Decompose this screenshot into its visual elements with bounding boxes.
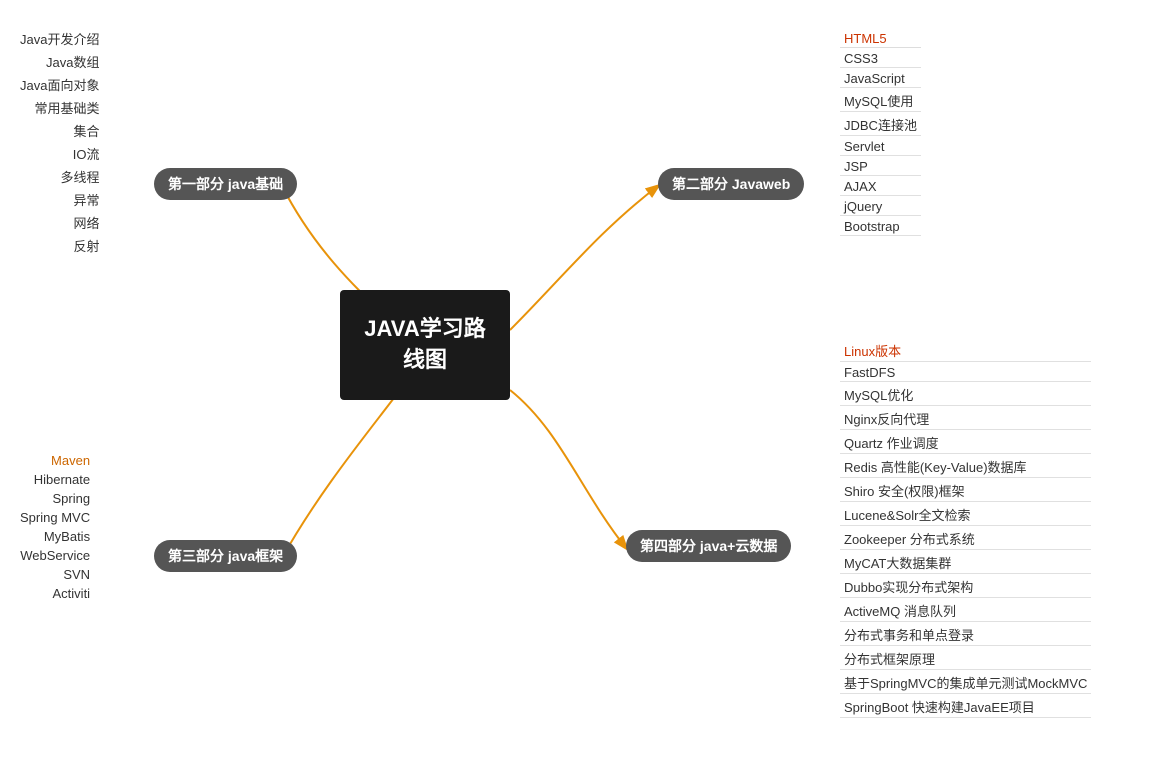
list-item: Spring	[20, 490, 90, 507]
list-item: Hibernate	[20, 471, 90, 488]
list-item: MyBatis	[20, 528, 90, 545]
list-item-right: Bootstrap	[840, 218, 921, 236]
branch-part3: 第三部分 java框架	[154, 540, 297, 572]
list-item-right: MySQL优化	[840, 384, 1091, 406]
list-item-right: AJAX	[840, 178, 921, 196]
list-item: 网络	[20, 212, 99, 233]
branch-part4: 第四部分 java+云数据	[626, 530, 791, 562]
list-item-right: Shiro 安全(权限)框架	[840, 480, 1091, 502]
list-item: 异常	[20, 189, 99, 210]
list-item-right: 基于SpringMVC的集成单元测试MockMVC	[840, 672, 1091, 694]
list-item-right: JSP	[840, 158, 921, 176]
list-item: WebService	[20, 547, 90, 564]
list-item: SVN	[20, 566, 90, 583]
list-item-right: Zookeeper 分布式系统	[840, 528, 1091, 550]
part3-list: Maven Hibernate Spring Spring MVC MyBati…	[20, 452, 90, 602]
list-item-right: Linux版本	[840, 340, 1091, 362]
center-title: JAVA学习路 线图	[364, 314, 485, 376]
list-item-right: Lucene&Solr全文检索	[840, 504, 1091, 526]
list-item-right: FastDFS	[840, 364, 1091, 382]
branch-part1: 第一部分 java基础	[154, 168, 297, 200]
list-item-right: Servlet	[840, 138, 921, 156]
list-item-right: MySQL使用	[840, 90, 921, 112]
list-item-right: 分布式框架原理	[840, 648, 1091, 670]
list-item: Spring MVC	[20, 509, 90, 526]
list-item-right: 分布式事务和单点登录	[840, 624, 1091, 646]
list-item: 集合	[20, 120, 99, 141]
list-item-right: Dubbo实现分布式架构	[840, 576, 1091, 598]
list-item: Java数组	[20, 51, 99, 72]
center-node: JAVA学习路 线图	[340, 290, 510, 400]
list-item: Java面向对象	[20, 74, 99, 95]
list-item-right: ActiveMQ 消息队列	[840, 600, 1091, 622]
list-item: 多线程	[20, 166, 99, 187]
list-item: Maven	[20, 452, 90, 469]
list-item-right: CSS3	[840, 50, 921, 68]
list-item: IO流	[20, 143, 99, 164]
list-item-right: JavaScript	[840, 70, 921, 88]
list-item: 常用基础类	[20, 97, 99, 118]
part4-list: Linux版本 FastDFS MySQL优化 Nginx反向代理 Quartz…	[840, 340, 1091, 718]
list-item-right: Nginx反向代理	[840, 408, 1091, 430]
list-item: Activiti	[20, 585, 90, 602]
list-item-right: JDBC连接池	[840, 114, 921, 136]
list-item-right: jQuery	[840, 198, 921, 216]
list-item-right: Quartz 作业调度	[840, 432, 1091, 454]
list-item: Java开发介绍	[20, 28, 99, 49]
branch-part2: 第二部分 Javaweb	[658, 168, 804, 200]
part1-list: Java开发介绍 Java数组 Java面向对象 常用基础类 集合 IO流 多线…	[20, 28, 99, 256]
list-item-right: SpringBoot 快速构建JavaEE项目	[840, 696, 1091, 718]
list-item-right: HTML5	[840, 30, 921, 48]
list-item: 反射	[20, 235, 99, 256]
list-item-right: MyCAT大数据集群	[840, 552, 1091, 574]
list-item-right: Redis 高性能(Key-Value)数据库	[840, 456, 1091, 478]
part2-list: HTML5 CSS3 JavaScript MySQL使用 JDBC连接池 Se…	[840, 30, 921, 236]
